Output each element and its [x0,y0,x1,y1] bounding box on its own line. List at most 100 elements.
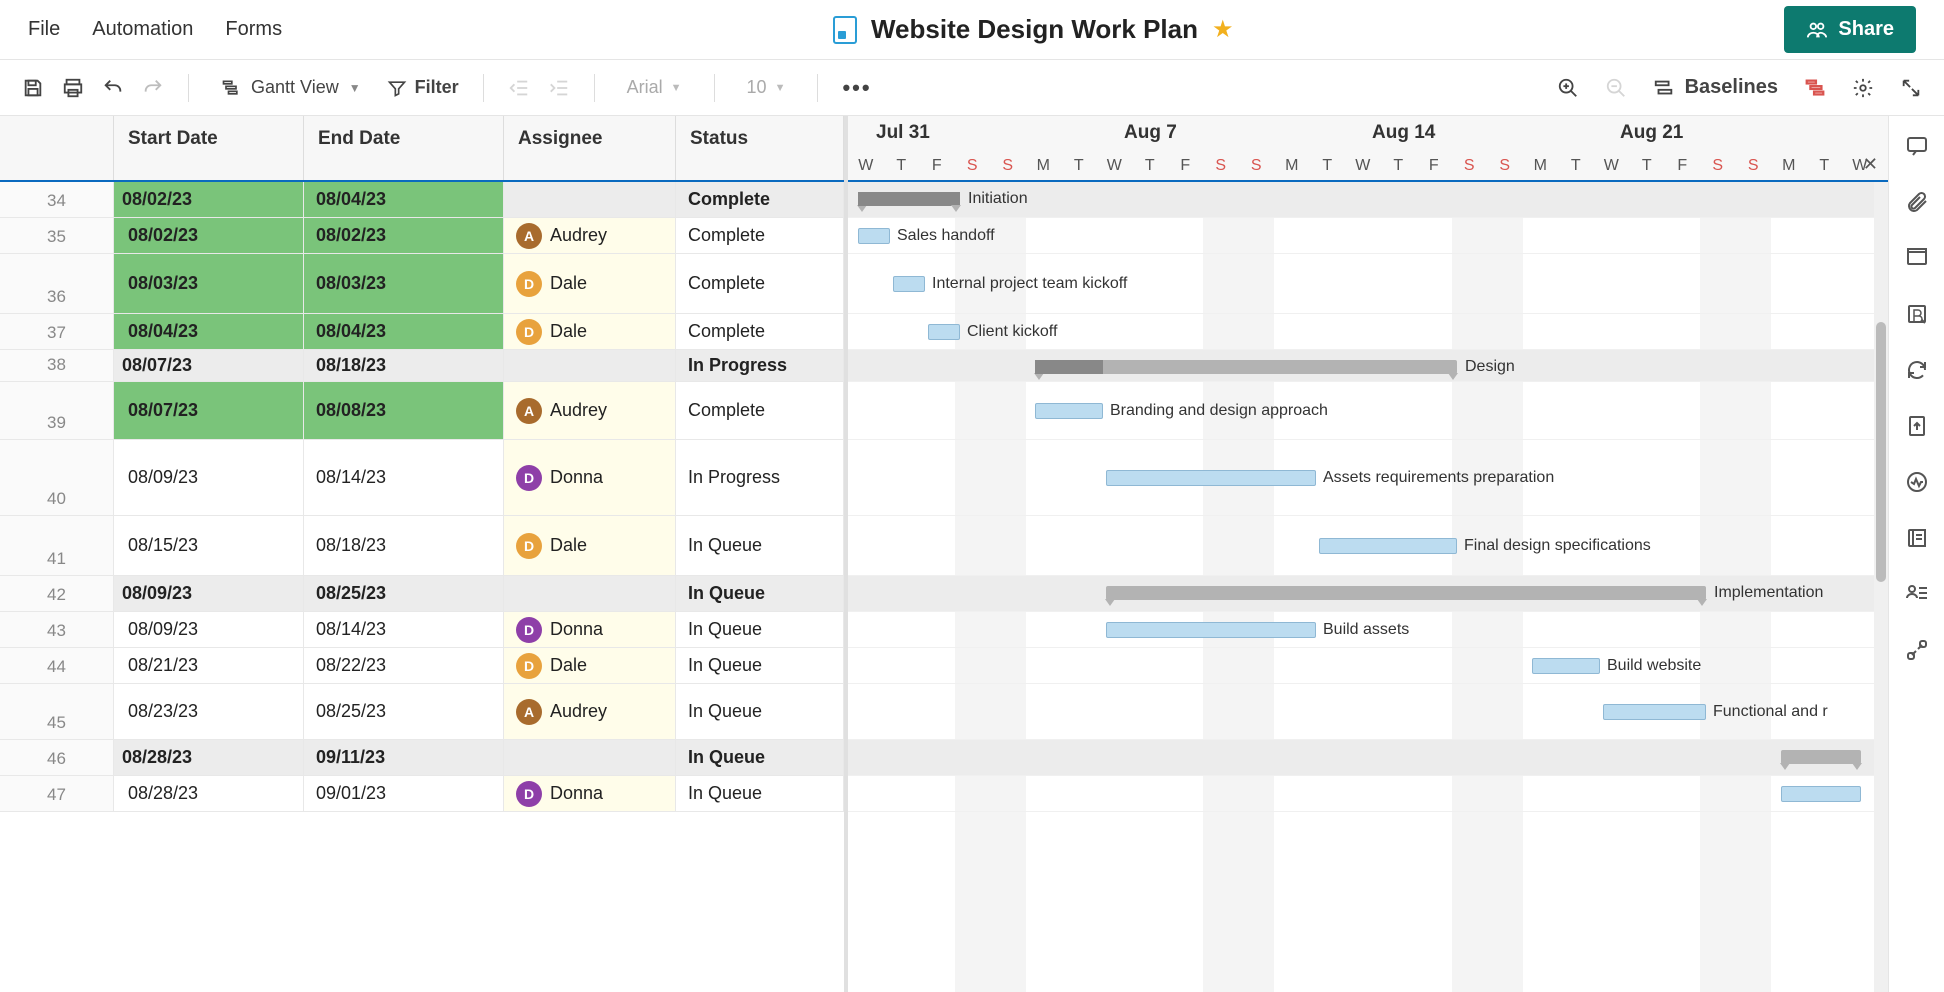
expand-icon[interactable] [1900,77,1922,99]
brandfolder-icon[interactable] [1905,302,1929,326]
gantt-bar[interactable]: Functional and r [1603,704,1706,720]
cell-status[interactable]: In Queue [676,684,844,739]
row-number[interactable]: 47 [0,776,114,811]
publish-icon[interactable] [1905,414,1929,438]
zoom-in-icon[interactable] [1557,77,1579,99]
table-row[interactable]: 3808/07/2308/18/23In Progress [0,350,844,382]
cell-status[interactable]: In Progress [676,350,844,381]
gantt-bar[interactable]: Branding and design approach [1035,403,1103,419]
cell-end-date[interactable]: 08/04/23 [304,182,504,217]
cell-start-date[interactable]: 08/28/23 [114,740,304,775]
cell-assignee[interactable]: DDale [504,516,676,575]
table-row[interactable]: 3708/04/2308/04/23DDaleComplete [0,314,844,350]
gantt-bar[interactable]: Sales handoff [858,228,890,244]
cell-start-date[interactable]: 08/09/23 [114,612,304,647]
table-row[interactable]: 3408/02/2308/04/23Complete [0,182,844,218]
settings-icon[interactable] [1852,77,1874,99]
row-number[interactable]: 35 [0,218,114,253]
menu-file[interactable]: File [28,18,60,41]
row-number[interactable]: 36 [0,254,114,313]
table-row[interactable]: 4008/09/2308/14/23DDonnaIn Progress [0,440,844,516]
table-row[interactable]: 4608/28/2309/11/23 In Queue [0,740,844,776]
cell-end-date[interactable]: 08/14/23 [304,612,504,647]
row-number[interactable]: 37 [0,314,114,349]
cell-end-date[interactable]: 08/14/23 [304,440,504,515]
col-header-end[interactable]: End Date [304,116,504,180]
table-row[interactable]: 4708/28/2309/01/23DDonnaIn Queue [0,776,844,812]
scrollbar-thumb[interactable] [1876,322,1886,582]
gantt-bar[interactable]: Implementation [1106,586,1706,600]
cell-start-date[interactable]: 08/04/23 [114,314,304,349]
font-size-selector[interactable]: 10 ▼ [739,73,794,102]
cell-status[interactable]: In Queue [676,740,844,775]
cell-start-date[interactable]: 08/21/23 [114,648,304,683]
row-number[interactable]: 38 [0,350,114,381]
cell-assignee[interactable] [504,182,676,217]
table-row[interactable]: 4308/09/2308/14/23DDonnaIn Queue [0,612,844,648]
cell-end-date[interactable]: 08/03/23 [304,254,504,313]
table-row[interactable]: 4508/23/2308/25/23AAudreyIn Queue [0,684,844,740]
cell-assignee[interactable]: AAudrey [504,684,676,739]
table-row[interactable]: 4208/09/2308/25/23 In Queue [0,576,844,612]
cell-assignee[interactable] [504,350,676,381]
gantt-bar[interactable]: Design [1035,360,1457,374]
table-row[interactable]: 3508/02/2308/02/23AAudreyComplete [0,218,844,254]
cell-start-date[interactable]: 08/09/23 [114,440,304,515]
table-row[interactable]: 4108/15/2308/18/23DDaleIn Queue [0,516,844,576]
cell-assignee[interactable] [504,740,676,775]
cell-status[interactable]: Complete [676,254,844,313]
cell-assignee[interactable]: AAudrey [504,218,676,253]
cell-assignee[interactable]: DDonna [504,612,676,647]
font-selector[interactable]: Arial ▼ [619,73,690,102]
print-icon[interactable] [62,77,84,99]
cell-end-date[interactable]: 09/11/23 [304,740,504,775]
view-selector[interactable]: Gantt View ▼ [213,73,369,102]
row-number[interactable]: 41 [0,516,114,575]
gantt-bar[interactable] [1781,750,1861,764]
row-number[interactable]: 44 [0,648,114,683]
cell-assignee[interactable]: DDonna [504,440,676,515]
undo-icon[interactable] [102,77,124,99]
cell-start-date[interactable]: 08/02/23 [114,218,304,253]
star-icon[interactable]: ★ [1212,15,1234,44]
col-header-status[interactable]: Status [676,116,844,180]
refresh-icon[interactable] [1905,358,1929,382]
cell-end-date[interactable]: 08/25/23 [304,576,504,611]
table-row[interactable]: 3608/03/2308/03/23DDaleComplete [0,254,844,314]
cell-start-date[interactable]: 08/09/23 [114,576,304,611]
row-number[interactable]: 42 [0,576,114,611]
row-number[interactable]: 43 [0,612,114,647]
cell-assignee[interactable] [504,576,676,611]
gantt-bar[interactable] [1781,786,1861,802]
attachments-icon[interactable] [1905,190,1929,214]
gantt-bar[interactable]: Build assets [1106,622,1316,638]
vertical-scrollbar[interactable] [1874,182,1888,992]
cell-status[interactable]: Complete [676,218,844,253]
gantt-bar[interactable]: Internal project team kickoff [893,276,925,292]
cell-start-date[interactable]: 08/02/23 [114,182,304,217]
cell-start-date[interactable]: 08/15/23 [114,516,304,575]
cell-status[interactable]: In Queue [676,576,844,611]
cell-end-date[interactable]: 08/08/23 [304,382,504,439]
baselines-button[interactable]: Baselines [1653,76,1778,99]
cell-assignee[interactable]: DDale [504,314,676,349]
cell-end-date[interactable]: 08/25/23 [304,684,504,739]
menu-automation[interactable]: Automation [92,18,193,41]
row-number[interactable]: 46 [0,740,114,775]
table-row[interactable]: 3908/07/2308/08/23AAudreyComplete [0,382,844,440]
connections-icon[interactable] [1905,638,1929,662]
cell-assignee[interactable]: AAudrey [504,382,676,439]
cell-end-date[interactable]: 08/18/23 [304,516,504,575]
row-number[interactable]: 39 [0,382,114,439]
cell-end-date[interactable]: 08/18/23 [304,350,504,381]
cell-end-date[interactable]: 08/04/23 [304,314,504,349]
col-header-start[interactable]: Start Date [114,116,304,180]
cell-start-date[interactable]: 08/07/23 [114,382,304,439]
row-number[interactable]: 40 [0,440,114,515]
cell-end-date[interactable]: 09/01/23 [304,776,504,811]
cell-status[interactable]: In Queue [676,648,844,683]
cell-status[interactable]: Complete [676,382,844,439]
gantt-bar[interactable]: Build website [1532,658,1600,674]
resource-icon[interactable] [1905,582,1929,606]
row-number[interactable]: 34 [0,182,114,217]
